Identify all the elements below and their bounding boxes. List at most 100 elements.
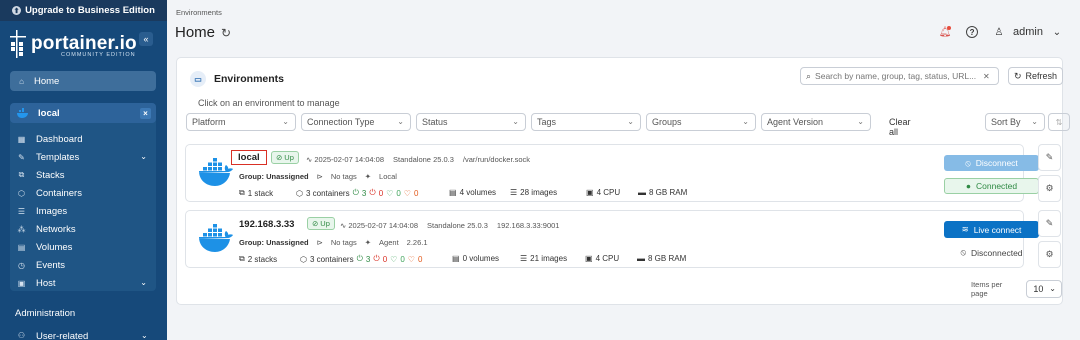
sidebar-item-home[interactable]: ⌂ Home [10, 71, 156, 91]
help-icon[interactable]: ? [966, 26, 979, 38]
chevron-down-icon: ⌄ [1049, 284, 1056, 293]
sort-by-select[interactable]: Sort By ⌄ [985, 113, 1045, 131]
sidebar-item-events[interactable]: ◷ Events [10, 256, 156, 274]
live-connect-button[interactable]: ≋ Live connect [944, 221, 1039, 238]
sidebar-item-volumes[interactable]: ▤ Volumes [10, 238, 156, 256]
status-badge: ⊘ Up [307, 217, 335, 230]
images-count: 28 images [520, 188, 558, 197]
status-label: Up [320, 219, 330, 228]
filter-tags[interactable]: Tags ⌄ [531, 113, 641, 131]
images-stat: ☰ 21 images [520, 254, 567, 263]
unhealthy-icon: ♡ [407, 254, 415, 264]
notification-bell-icon[interactable]: 🔔︎ [938, 25, 952, 39]
cpu-stat: ▣ 4 CPU [585, 254, 619, 263]
status-label: Up [284, 153, 294, 162]
users-icon: ⚇ [17, 331, 26, 340]
environment-type: Standalone 25.0.3 [427, 221, 488, 230]
clear-search-icon[interactable]: ✕ [983, 72, 990, 81]
status-badge: ⊘ Up [271, 151, 299, 164]
refresh-icon[interactable]: ↻ [221, 26, 231, 40]
panel-hint: Click on an environment to manage [198, 98, 340, 108]
user-name: admin [1013, 26, 1043, 38]
environment-card[interactable]: local ⊘ Up ∿ 2025-02-07 14:04:08 Standalo… [185, 144, 1039, 202]
environment-card[interactable]: 192.168.3.33 ⊘ Up ∿ 2025-02-07 14:04:08 S… [185, 210, 1039, 268]
user-menu[interactable]: ♙ admin ⌄ [992, 25, 1064, 39]
environment-settings-button[interactable]: ⚙ [1038, 241, 1061, 268]
sidebar-item-label: Templates [36, 151, 80, 163]
cpu-count: 4 CPU [595, 254, 620, 263]
filter-connection-type[interactable]: Connection Type ⌄ [301, 113, 411, 131]
kind-icon: ✦ [364, 238, 372, 247]
refresh-button[interactable]: ↻ Refresh [1008, 67, 1063, 85]
sidebar-item-templates[interactable]: ✎ Templates ⌄ [10, 148, 156, 166]
container-icon: ⬡ [18, 188, 25, 198]
upgrade-banner[interactable]: ⬆ Upgrade to Business Edition [0, 0, 167, 21]
stacks-count: 2 stacks [247, 254, 278, 264]
sidebar-item-stacks[interactable]: ⧉ Stacks [10, 166, 156, 184]
connected-status: ● Connected [944, 178, 1039, 194]
containers-stat: ⬡ 3 containers ⏻ 3 ⏻ 0 ♡ 0 ♡ 0 [300, 254, 422, 264]
environment-name[interactable]: 192.168.3.33 [239, 219, 294, 230]
sidebar-collapse-button[interactable]: « [139, 32, 153, 46]
sidebar-item-label: Volumes [36, 241, 73, 253]
environment-group: Group: Unassigned [239, 238, 309, 247]
chevron-down-icon: ⌄ [742, 117, 749, 126]
list-icon: ☰ [510, 188, 518, 197]
sidebar-item-dashboard[interactable]: ▦ Dashboard [10, 130, 156, 148]
sidebar-item-images[interactable]: ☰ Images [10, 202, 156, 220]
environment-name[interactable]: local [231, 150, 267, 165]
cpu-count: 4 CPU [596, 188, 621, 197]
disconnect-button[interactable]: ⦸ Disconnect [944, 155, 1039, 171]
sidebar-environment-header[interactable]: local × [10, 103, 156, 123]
sidebar-environment-section: local × ▦ Dashboard ✎ Templates ⌄ ⧉ Stacks ⬡… [10, 103, 156, 291]
refresh-icon: ↻ [1013, 70, 1022, 81]
environment-details: Group: Unassigned ⊳ No tags ✦ Agent 2.26.1 [239, 238, 428, 247]
search-input[interactable] [815, 71, 980, 81]
sidebar-item-containers[interactable]: ⬡ Containers [10, 184, 156, 202]
sidebar-item-label: Dashboard [36, 133, 83, 145]
sort-direction-button[interactable]: ⇅ [1048, 113, 1070, 131]
cpu-icon: ▣ [586, 188, 594, 197]
sidebar-item-label: Images [36, 205, 68, 217]
chevron-down-icon: ⌄ [512, 117, 519, 126]
environment-details: Group: Unassigned ⊳ No tags ✦ Local [239, 172, 397, 181]
stacks-stat: ⧉ 1 stack [239, 188, 273, 198]
chevron-down-icon: ⌄ [141, 331, 148, 340]
filter-groups[interactable]: Groups ⌄ [646, 113, 756, 131]
container-icon: ⬡ [296, 188, 303, 198]
items-per-page-select[interactable]: 10 ⌄ [1026, 280, 1062, 298]
running-icon: ⏻ [352, 188, 359, 197]
sidebar-item-host[interactable]: ▣ Host ⌄ [10, 274, 156, 292]
edit-environment-button[interactable]: ✎ [1038, 144, 1061, 171]
close-environment-icon[interactable]: × [140, 108, 151, 119]
sidebar-item-networks[interactable]: ⁂ Networks [10, 220, 156, 238]
chevron-down-icon: ⌄ [140, 152, 147, 161]
filter-agent-version[interactable]: Agent Version ⌄ [761, 113, 871, 131]
sidebar-item-label: Stacks [36, 169, 65, 181]
items-per-page-value: 10 [1033, 284, 1044, 294]
heartbeat-info: ∿ 2025-02-07 14:04:08 [340, 221, 418, 230]
healthy-count: 0 [400, 254, 405, 264]
filter-status[interactable]: Status ⌄ [416, 113, 526, 131]
running-count: 3 [365, 254, 371, 264]
filter-platform[interactable]: Platform ⌄ [186, 113, 296, 131]
stacks-icon: ⧉ [239, 254, 245, 263]
sidebar-item-user-related[interactable]: ⚇ User-related ⌄ [17, 331, 148, 340]
database-icon: ▤ [17, 242, 26, 252]
environment-meta: ∿ 2025-02-07 14:04:08 Standalone 25.0.3 … [306, 155, 530, 164]
clear-all-link[interactable]: Clear all [889, 117, 911, 137]
sort-direction-icon: ⇅ [1055, 117, 1063, 127]
chevron-down-icon: ⌄ [857, 117, 864, 126]
environment-settings-button[interactable]: ⚙ [1038, 175, 1061, 202]
brand-logo[interactable]: portainer.io COMMUNITY EDITION [9, 30, 159, 60]
healthy-count: 0 [396, 188, 401, 198]
edit-environment-button[interactable]: ✎ [1038, 210, 1061, 237]
memory-icon: ▬ [637, 254, 645, 263]
sort-by-label: Sort By [991, 117, 1021, 127]
environment-menu: ▦ Dashboard ✎ Templates ⌄ ⧉ Stacks ⬡ Containe… [10, 130, 156, 292]
unhealthy-count: 0 [413, 188, 419, 198]
refresh-label: Refresh [1025, 71, 1058, 81]
ram-amount: 8 GB RAM [649, 188, 688, 197]
header-actions: 🔔︎ ? ♙ admin ⌄ [938, 25, 1064, 39]
breadcrumb[interactable]: Environments [176, 8, 222, 17]
